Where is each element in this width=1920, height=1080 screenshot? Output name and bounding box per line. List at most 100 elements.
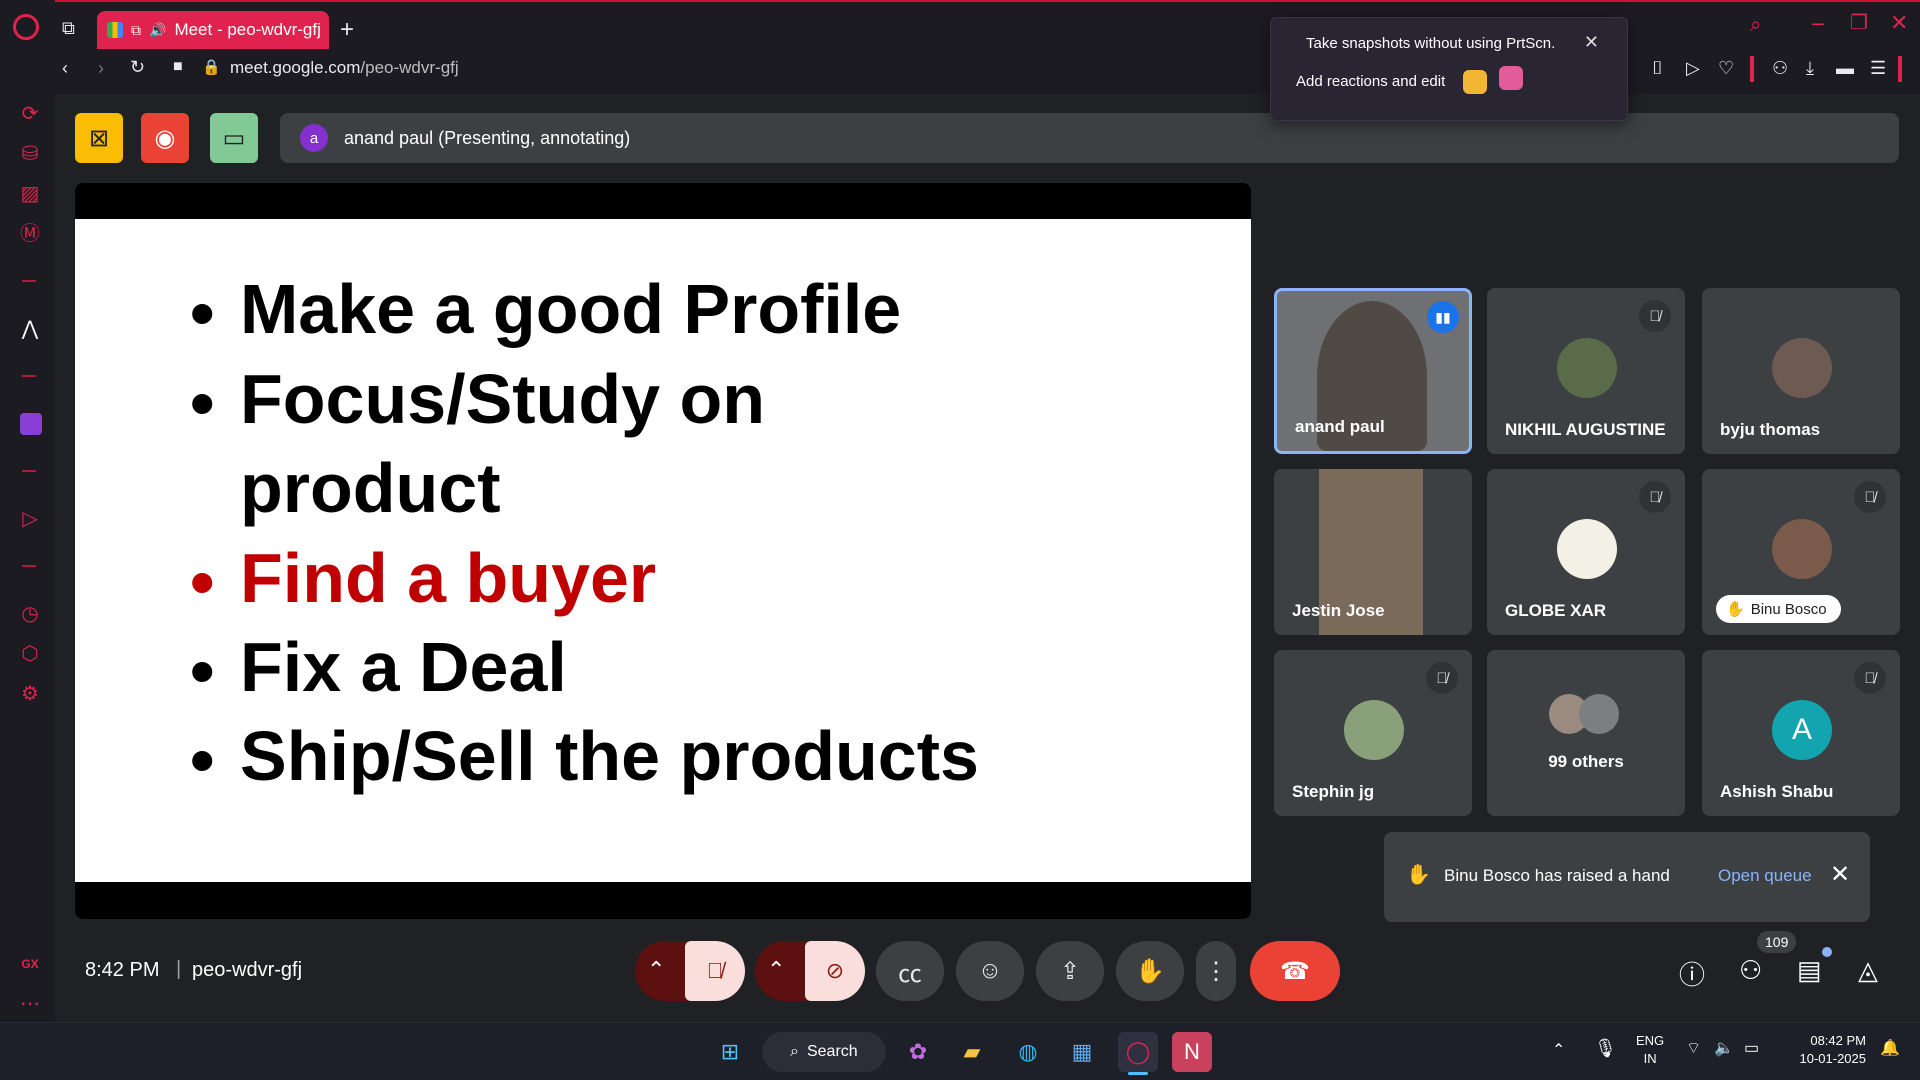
participant-tile[interactable]: 🎙̸ GLOBE XAR [1487,469,1685,635]
close-icon[interactable]: ✕ [1584,32,1599,53]
slide-bullet: • Fix a Deal [190,628,567,710]
pip-icon[interactable]: ⧉ [131,22,141,39]
people-icon[interactable]: ⚇ [1739,955,1762,986]
history-icon[interactable]: ◷ [16,600,44,628]
opera-sidebar: ⟳ ⛁ ▨ Ⓜ ⋀ ▷ ◷ ⬡ ⚙ GX ⋯ [0,0,55,1022]
chat-icon[interactable]: ▤ [1797,955,1822,986]
edge-icon[interactable]: ◍ [1008,1032,1048,1072]
forward-button[interactable]: › [98,58,104,79]
others-count: 99 others [1548,752,1624,771]
opera-taskbar-icon[interactable]: ◯ [1118,1032,1158,1072]
minimize-button[interactable]: – [1812,10,1824,36]
gx-icon[interactable]: GX [16,950,44,978]
recording-icon[interactable]: ◉ [141,113,189,163]
search-tabs-icon[interactable]: ⌕ [1750,14,1761,37]
taskbar-search[interactable]: ⌕ Search [762,1032,886,1072]
file-explorer-icon[interactable]: ▰ [952,1032,992,1072]
present-screen-button[interactable]: ⇪ [1036,941,1104,1001]
snapshot-icon[interactable]: ⌷ [1652,58,1663,79]
audio-options-chevron-icon[interactable]: ⌃ [647,957,665,983]
close-icon[interactable]: ✕ [1830,860,1850,889]
crypto-wallet-icon[interactable]: ⛁ [16,140,44,168]
volume-icon[interactable]: 🔈 [1714,1038,1734,1058]
hand-icon: ✋ [1406,864,1431,886]
camera-off-button[interactable]: ⊘ [805,941,865,1001]
participant-tile[interactable]: Jestin Jose [1274,469,1472,635]
extensions-icon[interactable]: ⬡ [16,640,44,668]
search-icon: ⌕ [790,1043,799,1060]
flow-icon[interactable]: ▨ [16,180,44,208]
heart-icon[interactable]: ♡ [1718,58,1734,79]
close-window-button[interactable]: ✕ [1890,10,1908,36]
clock[interactable]: 08:42 PM 10-01-2025 [1776,1032,1867,1068]
address-bar[interactable]: meet.google.com/peo-wdvr-gfj [230,58,459,78]
participant-tile[interactable]: 🎙̸ Stephin jg [1274,650,1472,816]
copilot-icon[interactable]: ✿ [898,1032,938,1072]
back-button[interactable]: ‹ [62,58,68,79]
downloads-icon[interactable]: ⤓ [1806,58,1814,79]
people-count-badge: 109 [1757,931,1797,953]
slide-canvas: • Make a good Profile • Focus/Study on pro… [75,219,1251,882]
avatar [1557,338,1617,398]
device-switch-icon[interactable]: ▭ [210,113,258,163]
aria-icon[interactable]: ⟳ [16,100,44,128]
participant-tile[interactable]: 🎙̸ A Ashish Shabu [1702,650,1900,816]
notion-icon[interactable]: N [1172,1032,1212,1072]
camera-in-use-icon[interactable]: ■ [173,58,183,76]
language-indicator[interactable]: ENG IN [1636,1032,1664,1068]
mic-off-button[interactable]: 🎙̸ [685,941,745,1001]
twitch-icon[interactable] [20,413,42,435]
participant-tile[interactable]: byju thomas [1702,288,1900,454]
participant-name: Ashish Shabu [1720,782,1834,801]
participant-tile[interactable]: 🎙̸ ✋ Binu Bosco [1702,469,1900,635]
notification-bell-icon[interactable]: 🔔 [1880,1038,1900,1058]
store-icon[interactable]: ▦ [1062,1032,1102,1072]
presenter-bar: a anand paul (Presenting, annotating) [280,113,1899,163]
easy-setup-icon[interactable]: ☰ [1870,58,1886,79]
notification-text: Binu Bosco has raised a hand [1444,866,1670,885]
meeting-info-icon[interactable]: ⓘ [1679,955,1705,992]
lock-icon[interactable]: 🔒 [202,58,221,76]
end-call-button[interactable]: ☎ [1250,941,1340,1001]
popup-line1: Take snapshots without using PrtScn. [1306,35,1556,52]
new-tab-button[interactable]: + [340,16,354,44]
battery-icon[interactable]: ▭ [1744,1038,1759,1058]
battery-saver-icon[interactable]: ▬ [1836,58,1854,79]
active-app-indicator [1128,1072,1148,1075]
send-icon[interactable]: ▷ [1686,58,1700,79]
profile-icon[interactable]: ⚇ [1772,58,1788,79]
more-dots-icon[interactable]: ⋯ [16,990,44,1018]
open-queue-link[interactable]: Open queue [1718,866,1812,886]
tab-islands-icon[interactable]: ⧉ [62,18,75,39]
tab-meet[interactable]: ⧉ 🔊 Meet - peo-wdvr-gfj [97,11,329,49]
stop-presenting-icon[interactable]: ⊠ [75,113,123,163]
restore-button[interactable]: ❐ [1850,10,1868,35]
sidebar-divider [22,565,36,567]
more-options-button[interactable]: ⋮ [1196,941,1236,1001]
participant-name: NIKHIL AUGUSTINE [1505,420,1666,439]
messenger-icon[interactable]: Ⓜ [16,220,44,248]
pinned-app-icon[interactable]: ⋀ [16,315,44,343]
windows-start-icon[interactable]: ⊞ [710,1032,750,1072]
others-tile[interactable]: 99 others [1487,650,1685,816]
player-icon[interactable]: ▷ [16,505,44,533]
participant-name: anand paul [1295,417,1385,436]
audio-control-group: ⌃ 🎙̸ [635,941,745,1001]
cat-sticker-icon [1499,66,1523,90]
video-options-chevron-icon[interactable]: ⌃ [767,957,785,983]
slide-bullet: • Make a good Profile [190,270,902,352]
emoji-reactions-button[interactable]: ☺ [956,941,1024,1001]
show-hidden-icons-icon[interactable]: ⌃ [1552,1040,1565,1060]
opera-logo-icon[interactable] [13,14,39,40]
reload-button[interactable]: ↻ [130,57,145,78]
settings-gear-icon[interactable]: ⚙ [16,680,44,708]
raise-hand-button[interactable]: ✋ [1116,941,1184,1001]
microphone-icon[interactable]: 🎙 [1594,1038,1617,1059]
wifi-icon[interactable]: ⌔ [1686,1038,1701,1058]
participant-tile[interactable]: ▮▮ anand paul [1274,288,1472,454]
participant-tile[interactable]: 🎙̸ NIKHIL AUGUSTINE [1487,288,1685,454]
speaker-icon[interactable]: 🔊 [149,22,166,39]
activities-icon[interactable]: ◬ [1858,955,1878,986]
captions-button[interactable]: ㏄ [876,941,944,1001]
region-code: IN [1643,1051,1657,1066]
